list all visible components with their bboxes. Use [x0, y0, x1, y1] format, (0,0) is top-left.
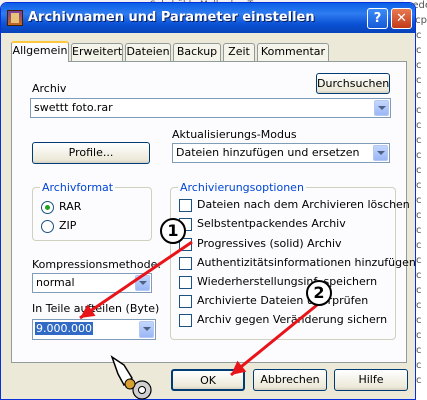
- gear-cursor-icon: [110, 355, 152, 400]
- annotation-marker-1: 1: [160, 218, 186, 244]
- annotation-arrow-1-head: [80, 304, 96, 318]
- annotation-arrow-2: [230, 303, 318, 377]
- annotation-overlay: [79, 240, 318, 400]
- annotation-marker-2: 2: [306, 280, 332, 306]
- annotation-arrow-1: [79, 240, 193, 320]
